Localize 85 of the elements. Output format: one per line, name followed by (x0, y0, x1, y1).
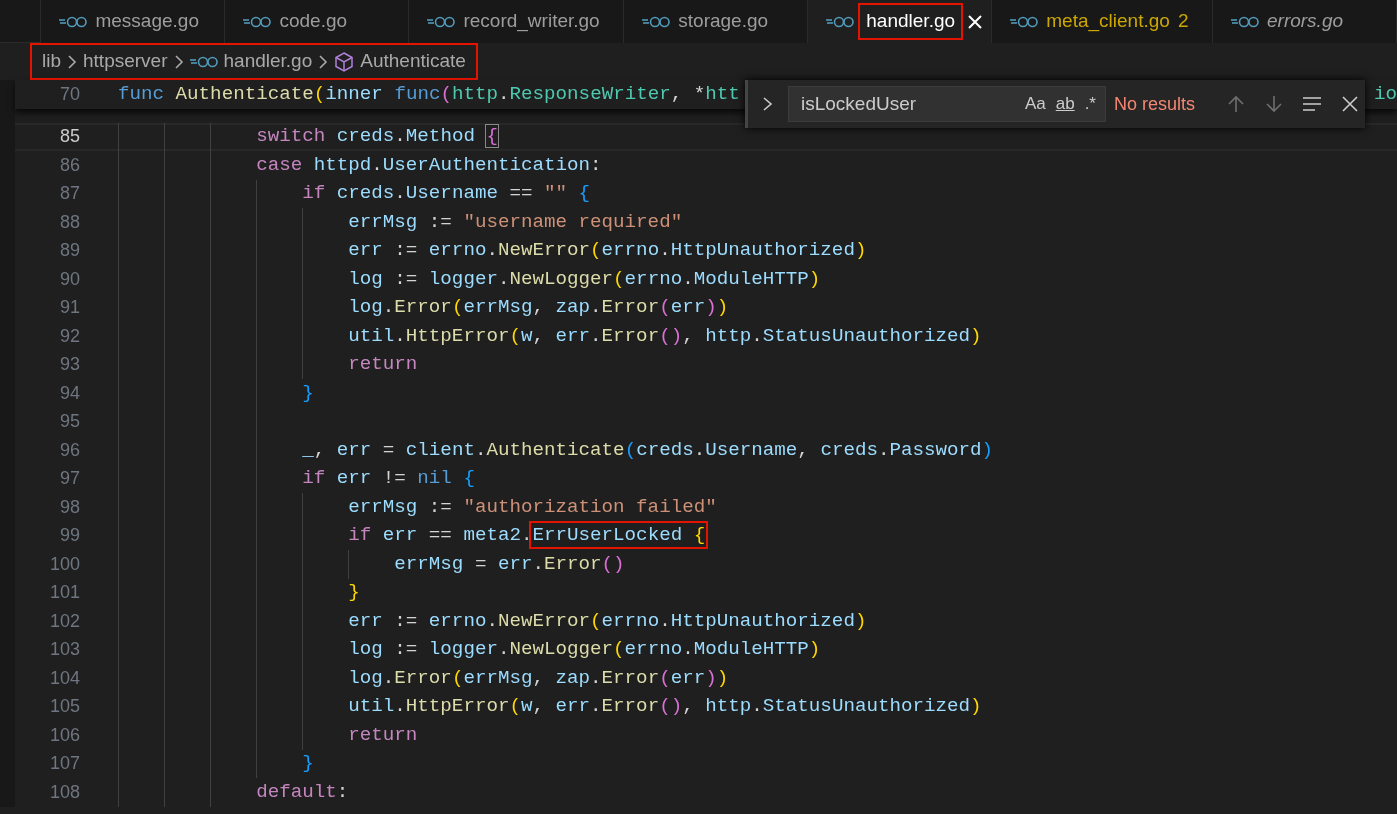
editor-tab[interactable]: record_writer.go (409, 0, 625, 43)
next-match-icon (1264, 94, 1284, 114)
code-line: log := logger.NewLogger(errno.ModuleHTTP) (348, 637, 821, 663)
go-file-icon (1010, 14, 1039, 29)
breadcrumb-item[interactable]: httpserver (83, 47, 168, 76)
editor-tab[interactable]: code.go (225, 0, 410, 43)
breadcrumb-item[interactable]: handler.go (223, 47, 313, 76)
editor-tab[interactable]: storage.go (624, 0, 809, 43)
close-icon (1340, 94, 1360, 114)
find-result-text: No results (1113, 92, 1195, 116)
line-number: 93 (58, 353, 80, 377)
line-number: 89 (58, 239, 80, 263)
line-number: 100 (48, 552, 80, 576)
editor-tab[interactable]: message.go (41, 0, 226, 43)
code-line: } (302, 751, 314, 777)
previous-match-icon (1226, 94, 1246, 114)
go-file-icon (642, 14, 671, 29)
line-number: 70 (58, 82, 80, 106)
go-file-icon (59, 14, 88, 29)
go-file-icon (826, 14, 855, 29)
code-line: if err == meta2.ErrUserLocked { (348, 521, 706, 551)
line-number: 102 (48, 609, 80, 633)
code-line: log.Error(errMsg, zap.Error(err)) (348, 295, 729, 321)
go-file-icon (427, 14, 456, 29)
line-number: 107 (48, 752, 80, 776)
code-line: err := errno.NewError(errno.HttpUnauthorized) (348, 238, 867, 264)
code-line: return (348, 352, 418, 378)
code-fragment: io (1373, 81, 1397, 107)
line-number: 101 (48, 581, 80, 605)
code-line: case httpd.UserAuthentication: (256, 152, 602, 178)
code-line: } (348, 580, 360, 606)
code-line: util.HttpError(w, err.Error(), http.StatusUnauthorized) (348, 694, 982, 720)
code-line: errMsg := "authorization failed" (348, 494, 717, 520)
code-line: util.HttpError(w, err.Error(), http.StatusUnauthorized) (348, 323, 982, 349)
breadcrumb-item[interactable]: lib (42, 47, 61, 76)
go-file-icon (189, 54, 218, 69)
line-number: 105 (48, 695, 80, 719)
find-option-button[interactable]: Aa (1021, 91, 1049, 117)
line-number: 97 (58, 467, 80, 491)
go-file-icon (243, 14, 272, 29)
line-number: 88 (58, 210, 80, 234)
editor-tab[interactable]: errors.go (1213, 0, 1397, 43)
find-option-button[interactable]: ab (1052, 91, 1078, 117)
close-icon[interactable] (967, 13, 984, 30)
editor-tab[interactable]: handler.go (808, 0, 993, 43)
code-line: log.Error(errMsg, zap.Error(err)) (348, 665, 729, 691)
chevron-icon (761, 96, 775, 112)
line-number: 87 (58, 182, 80, 206)
find-option-button[interactable]: .* (1081, 91, 1099, 117)
line-number: 106 (48, 723, 80, 747)
line-number: 98 (58, 495, 80, 519)
code-line: if err != nil { (302, 466, 475, 492)
breadcrumb-item[interactable]: Authenticate (360, 47, 466, 76)
line-number: 95 (58, 410, 80, 434)
editor-tab[interactable]: meta_client.go 2 (992, 0, 1213, 43)
line-number: 103 (48, 638, 80, 662)
chevron-icon (318, 54, 329, 69)
chevron-icon (173, 54, 184, 69)
code-line: errMsg := "username required" (348, 209, 683, 235)
line-number: 94 (58, 381, 80, 405)
line-number: 85 (58, 125, 80, 149)
code-line: err := errno.NewError(errno.HttpUnauthorized) (348, 608, 867, 634)
cube-icon (334, 51, 355, 72)
line-number: 92 (58, 324, 80, 348)
line-number: 91 (58, 296, 80, 320)
chevron-icon (67, 54, 77, 69)
line-number: 86 (58, 153, 80, 177)
code-line: return (348, 722, 418, 748)
code-line: func Authenticate(inner func(http.ResponseWriter, *htt (118, 81, 740, 107)
code-line: log := logger.NewLogger(errno.ModuleHTTP) (348, 266, 821, 292)
problem-count: 2 (1177, 9, 1189, 34)
go-file-icon (1231, 14, 1259, 29)
code-line: _, err = client.Authenticate(creds.Username, creds.Password) (302, 437, 994, 463)
code-line: } (302, 380, 314, 406)
line-number: 108 (48, 780, 80, 804)
line-number: 96 (58, 438, 80, 462)
code-line: default: (256, 779, 349, 805)
find-input-field[interactable]: isLockedUser Aa ab .* (788, 86, 1106, 122)
code-line: if creds.Username == "" { (302, 181, 591, 207)
code-line: switch creds.Method { (256, 124, 498, 150)
code-line: errMsg = err.Error() (394, 551, 625, 577)
selection-menu-icon (1302, 94, 1322, 114)
line-number: 104 (48, 666, 80, 690)
line-number: 90 (58, 267, 80, 291)
line-number: 99 (58, 524, 80, 548)
